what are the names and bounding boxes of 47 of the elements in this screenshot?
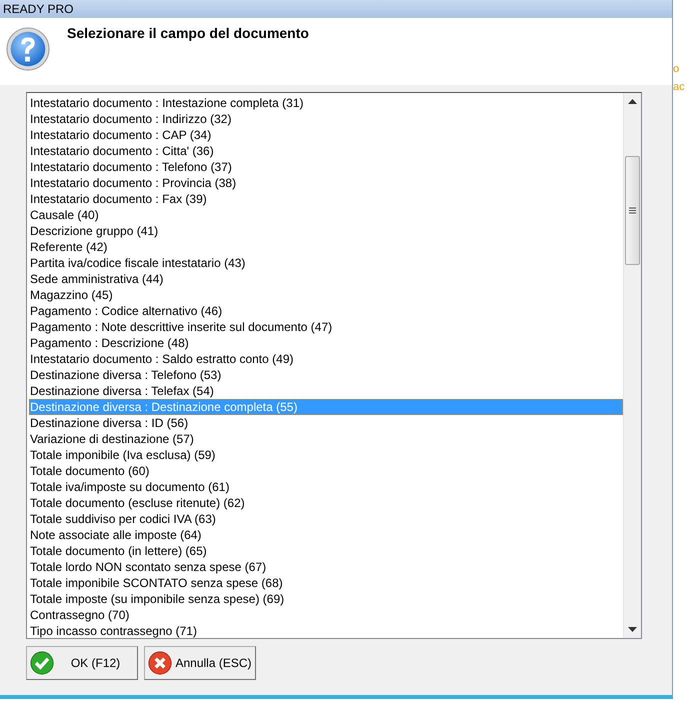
- checkmark-icon: [30, 651, 54, 675]
- field-list-item[interactable]: Variazione di destinazione (57): [29, 431, 623, 447]
- field-list-item[interactable]: Referente (42): [29, 239, 623, 255]
- scroll-up-icon[interactable]: [628, 99, 637, 104]
- field-list-item[interactable]: Totale suddiviso per codici IVA (63): [29, 511, 623, 527]
- field-list-item[interactable]: Tipo incasso contrassegno (71): [29, 623, 623, 638]
- field-list-item[interactable]: Totale documento (escluse ritenute) (62): [29, 495, 623, 511]
- cancel-button[interactable]: Annulla (ESC): [144, 646, 256, 680]
- question-icon: [5, 26, 51, 72]
- field-list-item[interactable]: Pagamento : Note descrittive inserite sul documento (47): [29, 319, 623, 335]
- field-list-item[interactable]: Totale lordo NON scontato senza spese (67): [29, 559, 623, 575]
- field-list-item[interactable]: Intestatario documento : Indirizzo (32): [29, 111, 623, 127]
- field-list-item[interactable]: Intestatario documento : CAP (34): [29, 127, 623, 143]
- field-list-item[interactable]: Totale imposte (su imponibile senza spese) (69): [29, 591, 623, 607]
- field-list-item[interactable]: Totale imponibile (Iva esclusa) (59): [29, 447, 623, 463]
- ok-button[interactable]: OK (F12): [26, 646, 138, 680]
- grip-icon: [629, 207, 636, 214]
- field-list-item[interactable]: Note associate alle imposte (64): [29, 527, 623, 543]
- field-list-item[interactable]: Intestatario documento : Fax (39): [29, 191, 623, 207]
- field-list-item[interactable]: Causale (40): [29, 207, 623, 223]
- field-list-item[interactable]: Intestatario documento : Telefono (37): [29, 159, 623, 175]
- field-list-item[interactable]: Intestatario documento : Citta' (36): [29, 143, 623, 159]
- scroll-thumb[interactable]: [625, 156, 640, 265]
- field-list-item[interactable]: Intestatario documento : Provincia (38): [29, 175, 623, 191]
- field-list-item[interactable]: Intestatario documento : Intestazione completa (31): [29, 95, 623, 111]
- window-title: READY PRO: [3, 2, 74, 16]
- cross-icon: [148, 651, 172, 675]
- field-list-item[interactable]: Totale iva/imposte su documento (61): [29, 479, 623, 495]
- field-list-item[interactable]: Destinazione diversa : ID (56): [29, 415, 623, 431]
- field-list-item[interactable]: Partita iva/codice fiscale intestatario (43): [29, 255, 623, 271]
- background-text: o: [673, 62, 680, 76]
- field-list-item[interactable]: Magazzino (45): [29, 287, 623, 303]
- field-list-item[interactable]: Intestatario documento : Saldo estratto conto (49): [29, 351, 623, 367]
- field-list-item[interactable]: Contrassegno (70): [29, 607, 623, 623]
- field-list-item[interactable]: Totale documento (60): [29, 463, 623, 479]
- dialog-prompt: Selezionare il campo del documento: [67, 25, 309, 41]
- scroll-down-icon[interactable]: [628, 627, 637, 632]
- scrollbar[interactable]: [623, 93, 641, 638]
- field-list-item[interactable]: Sede amministrativa (44): [29, 271, 623, 287]
- field-list-item[interactable]: Descrizione gruppo (41): [29, 223, 623, 239]
- field-list-item[interactable]: Pagamento : Codice alternativo (46): [29, 303, 623, 319]
- field-list-item[interactable]: Pagamento : Descrizione (48): [29, 335, 623, 351]
- field-list-item[interactable]: Totale documento (in lettere) (65): [29, 543, 623, 559]
- field-list-item[interactable]: Destinazione diversa : Telefax (54): [29, 383, 623, 399]
- background-text: ac: [673, 80, 686, 94]
- field-list-item[interactable]: Destinazione diversa : Telefono (53): [29, 367, 623, 383]
- field-list-item[interactable]: Totale imponibile SCONTATO senza spese (68): [29, 575, 623, 591]
